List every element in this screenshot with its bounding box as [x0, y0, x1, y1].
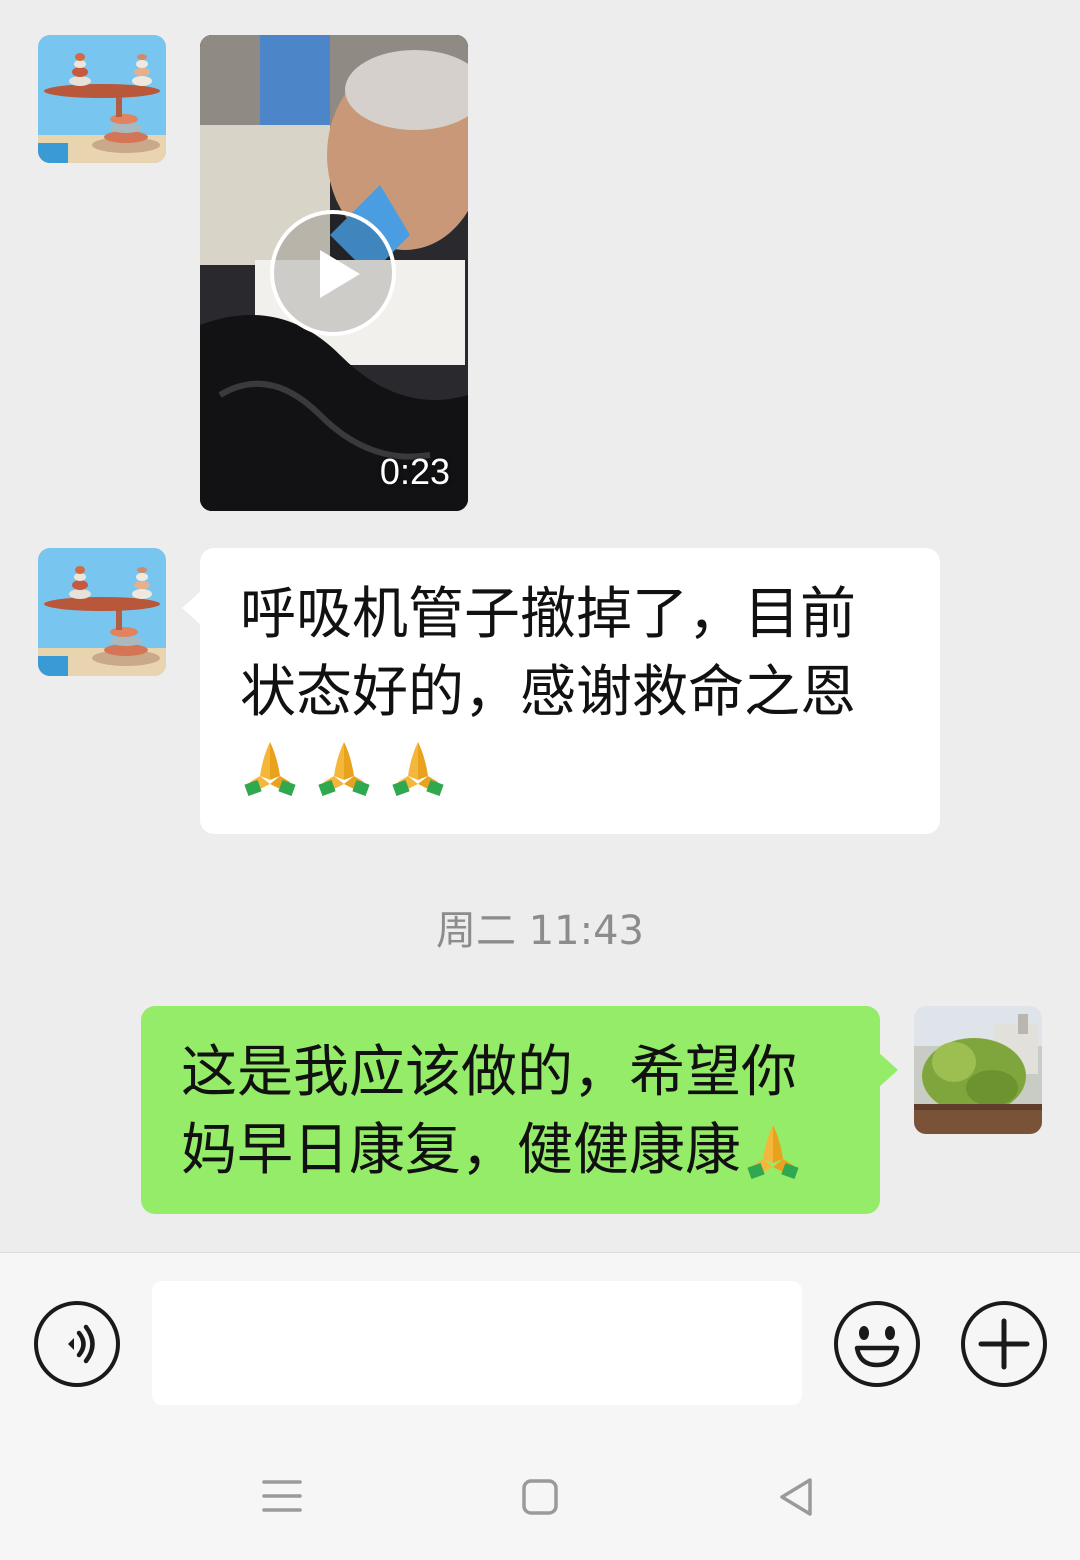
stone-balance-avatar-image — [38, 35, 166, 163]
outgoing-message-bubble[interactable]: 这是我应该做的，希望你 妈早日康复，健健康康 — [141, 1006, 898, 1214]
incoming-message-bubble[interactable]: 呼吸机管子撤掉了，目前 状态好的，感谢救命之恩 — [182, 548, 940, 834]
emoji-button[interactable] — [834, 1301, 920, 1387]
menu-icon[interactable] — [262, 1478, 302, 1514]
home-square-icon[interactable] — [521, 1478, 559, 1516]
praying-hands-icon — [392, 742, 444, 796]
play-icon — [320, 250, 360, 298]
back-triangle-icon[interactable] — [776, 1476, 816, 1518]
play-button[interactable] — [270, 210, 396, 336]
praying-hands-icon — [244, 742, 296, 796]
more-button[interactable] — [961, 1301, 1047, 1387]
praying-hands-icon — [318, 742, 370, 796]
emoji-row — [240, 736, 900, 796]
contact-avatar[interactable] — [38, 35, 166, 163]
video-duration: 0:23 — [379, 451, 450, 492]
video-message[interactable]: 0:23 — [200, 35, 468, 511]
praying-hands-icon — [747, 1124, 799, 1179]
chat-area: 0:23 呼吸机管子撤掉了，目前 状态好的，感谢救命之恩 周二 11:43 这是… — [0, 0, 1080, 1252]
message-input[interactable] — [152, 1281, 802, 1405]
voice-button[interactable] — [34, 1301, 120, 1387]
message-timestamp: 周二 11:43 — [436, 908, 644, 954]
message-text: 呼吸机管子撤掉了，目前 状态好的，感谢救命之恩 — [240, 582, 856, 725]
message-text: 这是我应该做的，希望你 妈早日康复，健健康康 — [181, 1040, 797, 1183]
input-bar — [0, 1252, 1080, 1432]
plus-icon — [978, 1318, 1030, 1370]
garden-avatar-image — [914, 1006, 1042, 1134]
stone-balance-avatar-image — [38, 548, 166, 676]
system-nav-bar — [0, 1432, 1080, 1560]
voice-icon — [68, 1324, 95, 1364]
smiley-icon — [854, 1326, 900, 1368]
contact-avatar[interactable] — [38, 548, 166, 676]
self-avatar[interactable] — [914, 1006, 1042, 1134]
